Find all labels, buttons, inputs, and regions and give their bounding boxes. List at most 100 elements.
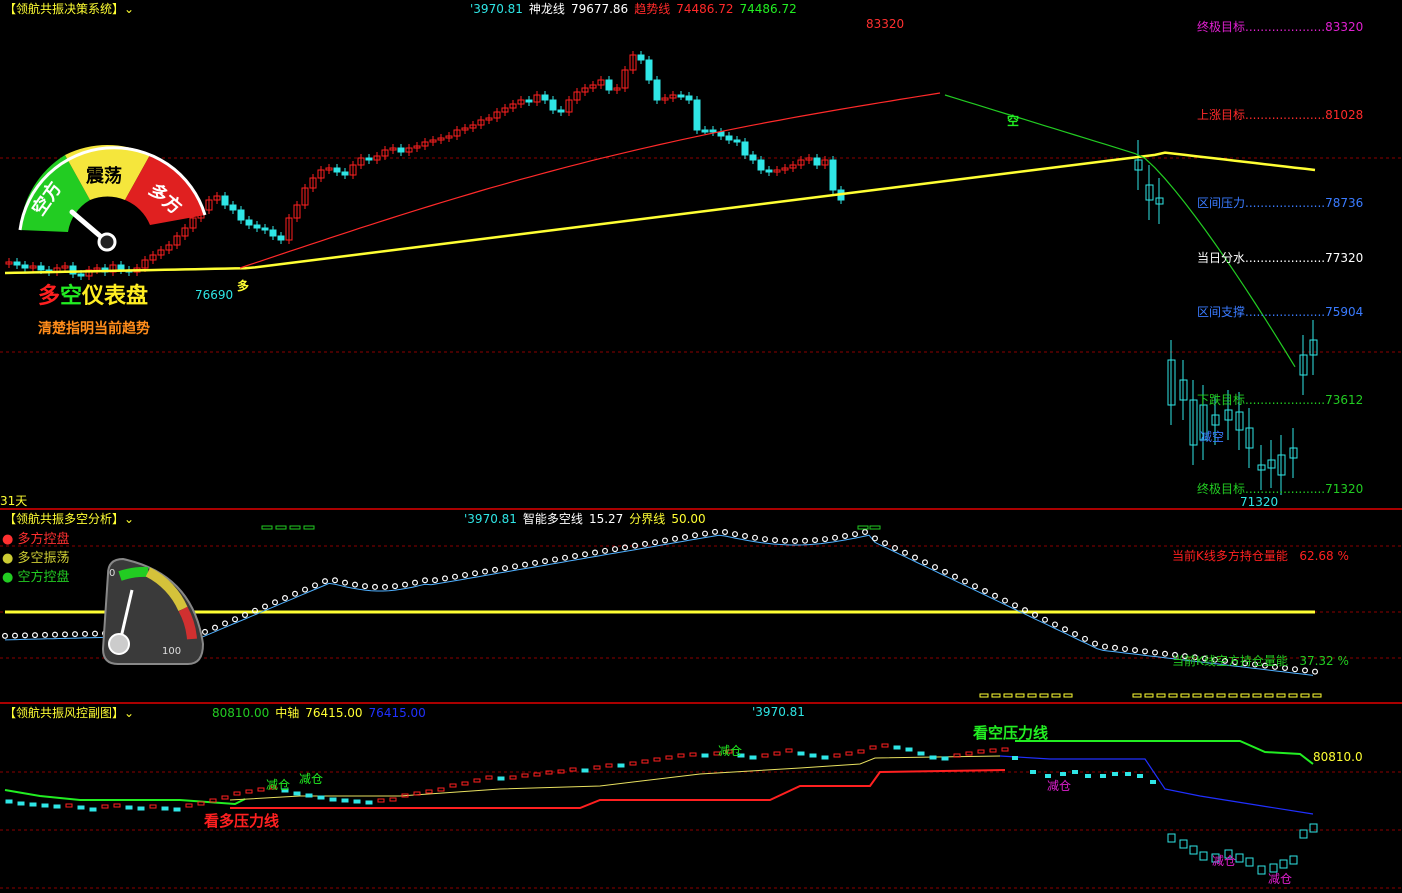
target-level-leader: .....................	[1245, 393, 1326, 407]
target-level-name: 下跌目标	[1197, 393, 1246, 407]
signal-dot	[951, 573, 958, 580]
signal-dot	[432, 577, 439, 584]
bottom-chart-title[interactable]: 【领航共振风控副图】	[4, 706, 124, 720]
signal-dot	[81, 630, 88, 637]
signal-marker	[1240, 693, 1250, 698]
signal-dot	[591, 549, 598, 556]
low-price-label: 76690	[195, 288, 234, 302]
signal-dot	[302, 586, 309, 593]
risk-candle	[629, 761, 637, 766]
gauge-title-kong: 空	[60, 284, 83, 309]
main-header-value-3: 趋势线	[634, 2, 671, 16]
signal-dot	[511, 563, 518, 570]
signal-marker	[1180, 693, 1190, 698]
risk-candle	[185, 803, 193, 808]
legend-dot-icon: ●	[2, 570, 14, 585]
risk-candle	[977, 749, 985, 754]
candle	[757, 159, 765, 171]
bottom-right-tag: '3970.81	[752, 705, 805, 719]
main-header-value-2: 79677.86	[570, 2, 629, 16]
target-level-name: 区间支撑	[1197, 305, 1246, 319]
risk-candle	[989, 748, 997, 753]
risk-candle	[389, 797, 397, 802]
main-chart-title[interactable]: 【领航共振决策系统】	[4, 2, 124, 16]
signal-dot	[751, 534, 758, 541]
signal-dot	[561, 554, 568, 561]
target-level-leader: .....................	[1245, 20, 1326, 34]
risk-candle	[761, 753, 769, 758]
risk-candle	[353, 799, 361, 804]
signal-dot	[851, 531, 858, 538]
risk-candle	[581, 768, 589, 773]
candle	[813, 157, 821, 166]
risk-candle	[821, 755, 829, 760]
signal-dot	[61, 631, 68, 638]
candle	[829, 159, 837, 191]
signal-dot	[282, 595, 289, 602]
duo-signal-label: 多	[237, 279, 250, 293]
long-short-canvas[interactable]	[0, 510, 1402, 702]
candle	[365, 157, 373, 161]
reduce-position-label: 减仓	[266, 778, 291, 792]
risk-candle	[569, 767, 577, 772]
bottom-right-value: 80810.0	[1313, 750, 1363, 764]
signal-dot	[292, 590, 299, 597]
main-chart-panel[interactable]: 【领航共振决策系统】⌄ '3970.81 神龙线 79677.86 趋势线 74486.…	[0, 0, 1402, 508]
signal-dot	[741, 533, 748, 540]
signal-dot	[1121, 645, 1128, 652]
risk-candle	[1085, 774, 1091, 778]
risk-candle	[1072, 770, 1078, 774]
signal-dot	[1131, 647, 1138, 654]
risk-candle	[1030, 770, 1036, 774]
target-level-name: 当日分水	[1197, 251, 1246, 265]
gauge-mid-label: 震荡	[86, 166, 122, 187]
long-short-gauge: 空方 震荡 多方 多空仪表盘 清楚指明当前趋势	[0, 140, 215, 340]
risk-candle	[857, 749, 865, 754]
risk-candle	[1245, 857, 1254, 867]
signal-marker	[1276, 693, 1286, 698]
risk-candle	[233, 791, 241, 796]
risk-candle	[653, 757, 661, 762]
signal-marker	[1168, 693, 1178, 698]
risk-control-canvas[interactable]	[0, 704, 1402, 893]
signal-marker	[1039, 693, 1049, 698]
risk-control-panel[interactable]: 【领航共振风控副图】⌄ 80810.00 中轴 76415.00 76415.00 '…	[0, 704, 1402, 893]
risk-candle	[341, 798, 349, 803]
chevron-down-icon[interactable]: ⌄	[124, 2, 134, 16]
candle	[637, 54, 645, 61]
peak-price-label: 83320	[866, 17, 905, 31]
main-header-value-1: 神龙线	[528, 2, 565, 16]
risk-candle	[41, 803, 49, 808]
risk-candle	[17, 801, 25, 806]
risk-candle	[29, 802, 37, 807]
bottom-header-value-3: 76415.00	[368, 706, 426, 720]
signal-dot	[581, 551, 588, 558]
mid-header-value-1: 智能多空线	[522, 512, 583, 526]
legend-item: ● 多方控盘	[2, 530, 70, 549]
risk-candle	[173, 807, 181, 812]
signal-marker	[1015, 693, 1025, 698]
chevron-down-icon[interactable]: ⌄	[124, 706, 134, 720]
jiankong-signal-label: 减空	[1200, 430, 1225, 444]
target-level: 上涨目标.....................81028	[1197, 106, 1363, 123]
target-level-value: 71320	[1325, 482, 1364, 496]
long-short-analysis-panel[interactable]: 【领航共振多空分析】⌄ '3970.81 智能多空线 15.27 分界线 50.00 ●…	[0, 510, 1402, 702]
signal-marker	[1204, 693, 1214, 698]
main-header-value-0: '3970.81	[470, 2, 523, 16]
mid-chart-title[interactable]: 【领航共振多空分析】	[4, 512, 124, 526]
mid-header-value-3: 分界线	[629, 512, 666, 526]
signal-dot	[1101, 643, 1108, 650]
candle	[693, 99, 701, 131]
signal-dot	[91, 630, 98, 637]
signal-marker	[1252, 693, 1262, 698]
risk-candle	[1199, 851, 1208, 861]
chevron-down-icon[interactable]: ⌄	[124, 512, 134, 526]
risk-candle	[221, 795, 229, 800]
target-level: 终极目标.....................83320	[1197, 18, 1363, 35]
signal-dot	[1081, 635, 1088, 642]
mid-legend: ● 多方控盘 ● 多空振荡 ● 空方控盘	[2, 530, 70, 587]
signal-dot	[1091, 640, 1098, 647]
long-position-text: 当前K线多方持仓量能 62.68 %	[1172, 547, 1349, 564]
candle	[261, 227, 269, 231]
signal-dot	[1001, 597, 1008, 604]
